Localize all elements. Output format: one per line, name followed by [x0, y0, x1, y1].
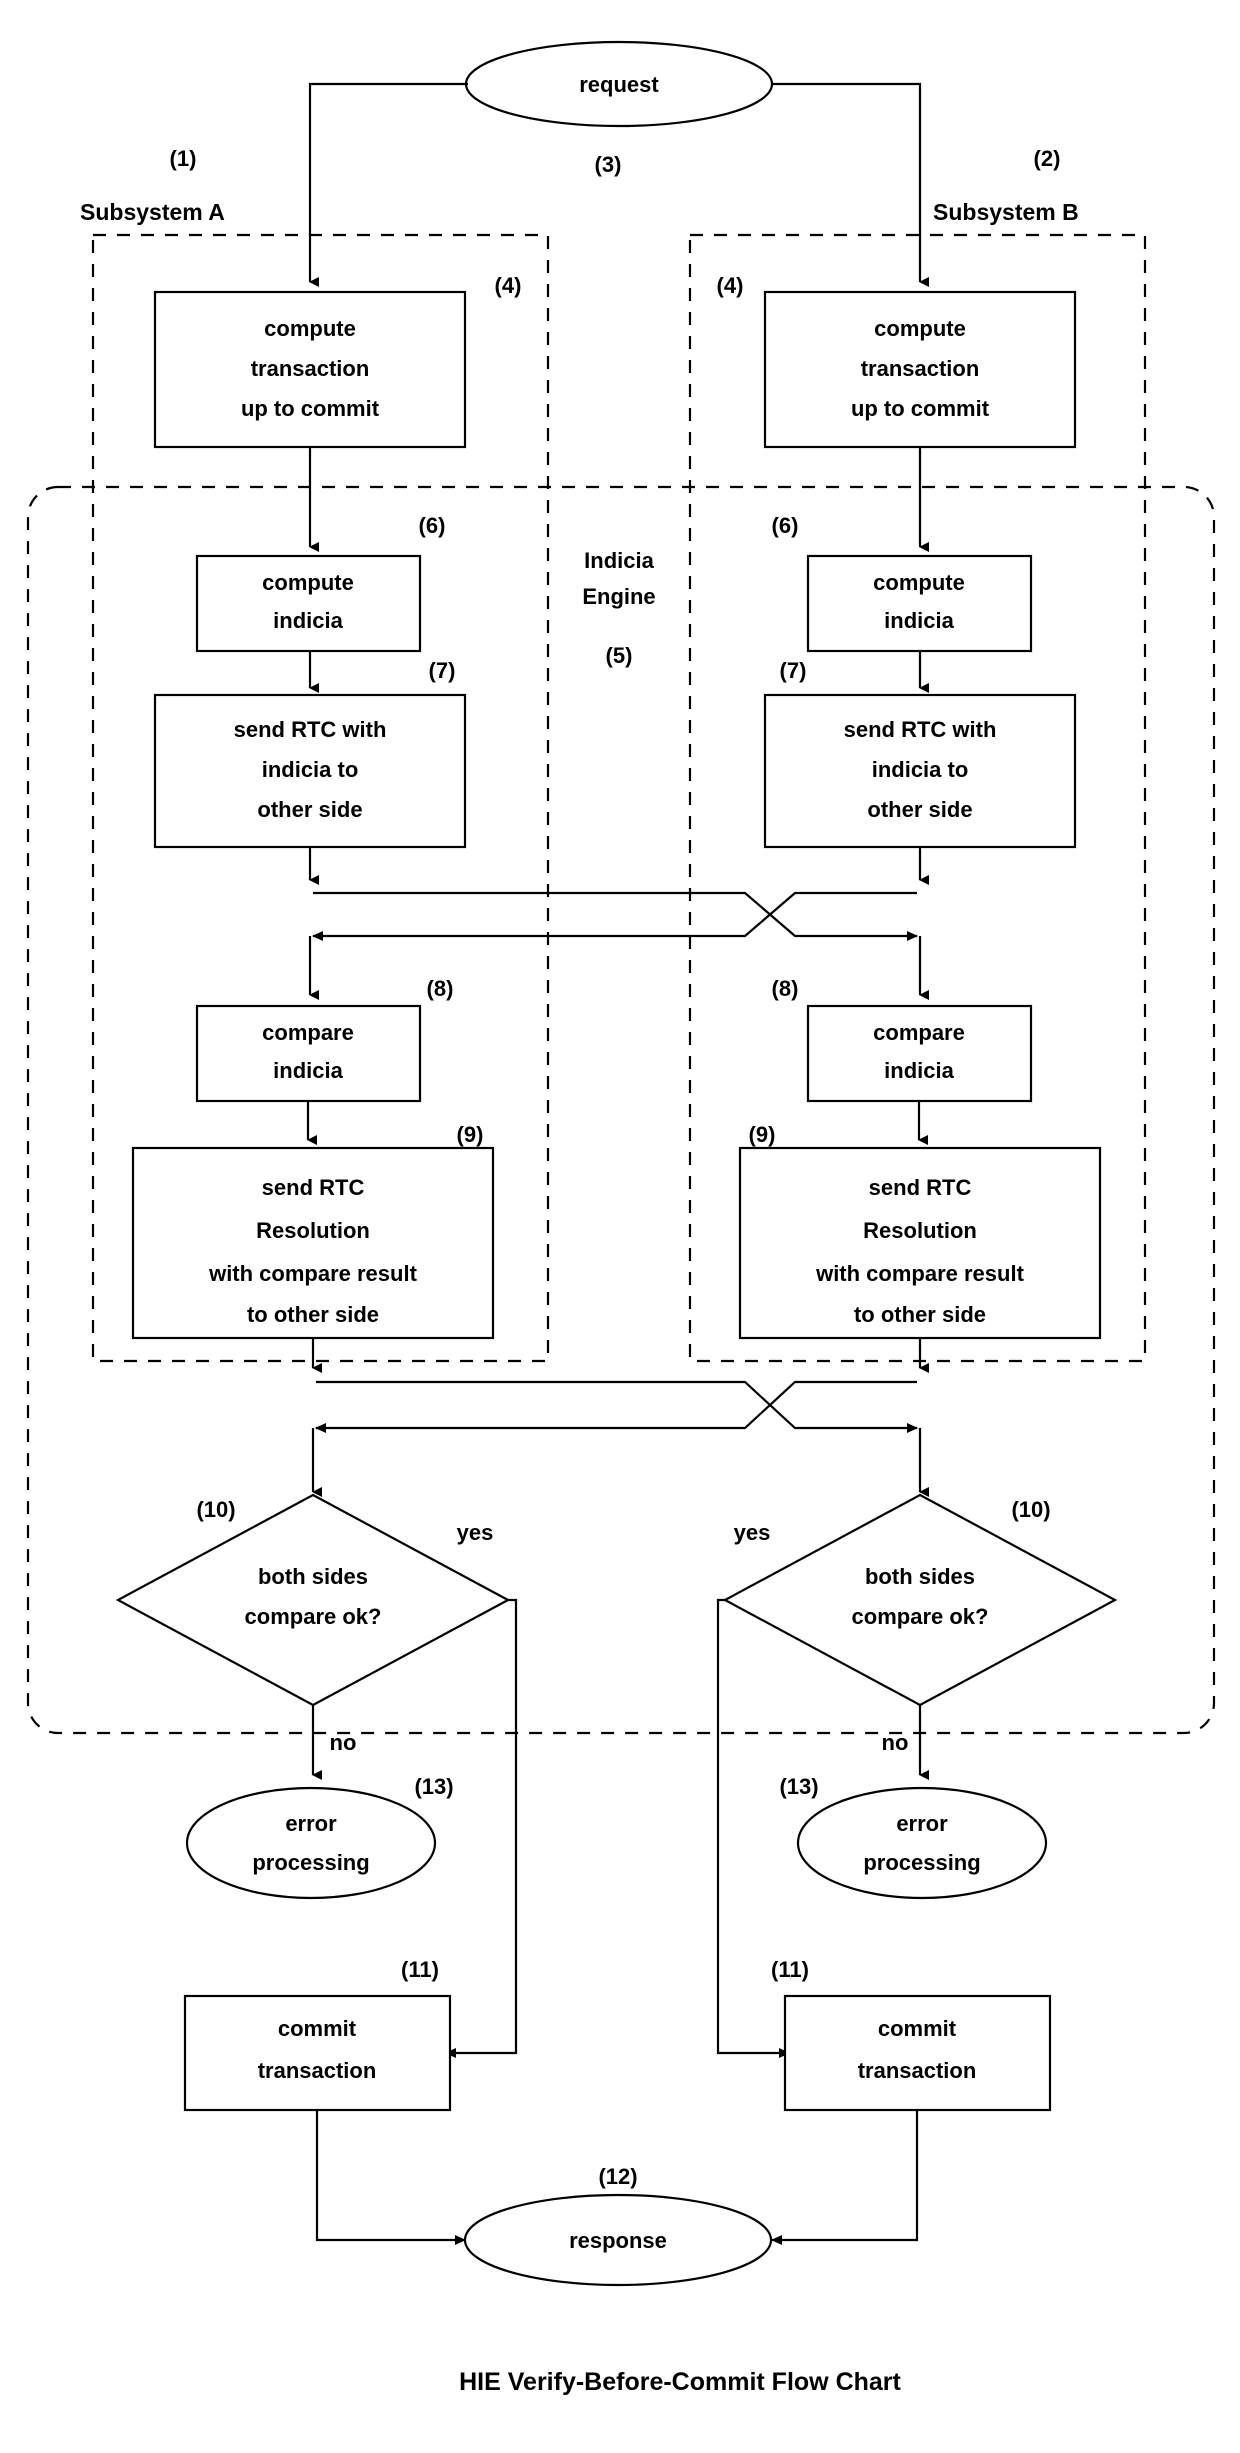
- ref-commit-b: (11): [771, 1957, 809, 1982]
- send-rtc-res-b-line3: with compare result: [815, 1261, 1025, 1286]
- ref-subsystem-b: (2): [1034, 146, 1061, 171]
- page-title: HIE Verify-Before-Commit Flow Chart: [459, 2368, 901, 2396]
- send-rtc-b-line1: send RTC with: [844, 717, 997, 742]
- ref-compute-indicia-a: (6): [419, 513, 446, 538]
- error-a-line1: error: [285, 1811, 337, 1836]
- edge-request-to-a: [308, 82, 468, 287]
- node-error-processing-b[interactable]: [796, 1786, 1048, 1900]
- send-rtc-a-line3: other side: [257, 797, 362, 822]
- send-rtc-res-a-line1: send RTC: [262, 1175, 365, 1200]
- node-decision-b[interactable]: [722, 1493, 1118, 1707]
- commit-a-line2: transaction: [258, 2058, 377, 2083]
- flowchart-canvas: (1) Subsystem A (2) Subsystem B Indicia …: [26, 40, 1216, 2396]
- compute-indicia-a-line1: compute: [262, 570, 354, 595]
- ref-send-rtc-res-a: (9): [457, 1122, 484, 1147]
- label-indicia-engine-line1: Indicia: [584, 548, 654, 573]
- label-subsystem-a: Subsystem A: [80, 199, 225, 225]
- send-rtc-res-b-line1: send RTC: [869, 1175, 972, 1200]
- decision-b-line2: compare ok?: [852, 1604, 989, 1629]
- label-indicia-engine-line2: Engine: [582, 584, 655, 609]
- ref-compute-transaction-a: (4): [495, 273, 522, 298]
- compare-indicia-a-line1: compare: [262, 1020, 354, 1045]
- commit-b-line1: commit: [878, 2016, 957, 2041]
- ref-compute-transaction-b: (4): [717, 273, 744, 298]
- compute-transaction-b-line2: transaction: [861, 356, 980, 381]
- compute-transaction-b-line1: compute: [874, 316, 966, 341]
- node-decision-a[interactable]: [115, 1493, 511, 1707]
- compute-indicia-b-line2: indicia: [884, 608, 954, 633]
- send-rtc-a-line2: indicia to: [262, 757, 359, 782]
- decision-a-line2: compare ok?: [245, 1604, 382, 1629]
- decision-a-line1: both sides: [258, 1564, 368, 1589]
- ref-send-rtc-res-b: (9): [749, 1122, 776, 1147]
- label-subsystem-b: Subsystem B: [933, 199, 1079, 225]
- edge-cross-a-to-b-1: [313, 891, 918, 941]
- ref-subsystem-a: (1): [170, 146, 197, 171]
- decision-a-yes-label: yes: [457, 1520, 494, 1545]
- send-rtc-b-line3: other side: [867, 797, 972, 822]
- compute-transaction-b-line3: up to commit: [851, 396, 990, 421]
- ref-error-b: (13): [779, 1774, 818, 1799]
- compare-indicia-b-line1: compare: [873, 1020, 965, 1045]
- send-rtc-res-b-line2: Resolution: [863, 1218, 977, 1243]
- send-rtc-res-b-line4: to other side: [854, 1302, 986, 1327]
- node-error-processing-a[interactable]: [185, 1786, 437, 1900]
- error-a-line2: processing: [252, 1850, 369, 1875]
- ref-error-a: (13): [414, 1774, 453, 1799]
- ref-compute-indicia-b: (6): [772, 513, 799, 538]
- node-commit-transaction-b[interactable]: [783, 1994, 1052, 2112]
- send-rtc-b-line2: indicia to: [872, 757, 969, 782]
- error-b-line2: processing: [863, 1850, 980, 1875]
- ref-send-rtc-a: (7): [429, 658, 456, 683]
- commit-b-line2: transaction: [858, 2058, 977, 2083]
- compute-transaction-a-line2: transaction: [251, 356, 370, 381]
- ref-send-rtc-b: (7): [780, 658, 807, 683]
- ref-decision-b: (10): [1011, 1497, 1050, 1522]
- compare-indicia-b-line2: indicia: [884, 1058, 954, 1083]
- edge-decision-b-yes: [716, 1598, 790, 2058]
- ref-request: (3): [595, 152, 622, 177]
- commit-a-line1: commit: [278, 2016, 357, 2041]
- send-rtc-res-a-line4: to other side: [247, 1302, 379, 1327]
- node-response-label: response: [569, 2228, 667, 2253]
- send-rtc-a-line1: send RTC with: [234, 717, 387, 742]
- edge-decision-a-yes: [445, 1598, 518, 2058]
- ref-compare-indicia-a: (8): [427, 976, 454, 1001]
- edge-request-to-b: [772, 82, 929, 287]
- compute-transaction-a-line1: compute: [264, 316, 356, 341]
- region-indicia-engine: [26, 485, 1216, 1735]
- error-b-line1: error: [896, 1811, 948, 1836]
- node-commit-transaction-a[interactable]: [183, 1994, 452, 2112]
- edge-commit-a-to-response: [315, 2110, 466, 2245]
- edge-cross-a-to-b-2: [316, 1380, 918, 1433]
- ref-commit-a: (11): [401, 1957, 439, 1982]
- edge-cross-b-to-a-1: [312, 891, 917, 941]
- decision-b-line1: both sides: [865, 1564, 975, 1589]
- node-request-label: request: [579, 72, 659, 97]
- ref-decision-a: (10): [196, 1497, 235, 1522]
- send-rtc-res-a-line3: with compare result: [208, 1261, 418, 1286]
- ref-indicia-engine: (5): [606, 643, 633, 668]
- decision-b-no-label: no: [882, 1730, 909, 1755]
- send-rtc-res-a-line2: Resolution: [256, 1218, 370, 1243]
- compute-indicia-b-line1: compute: [873, 570, 965, 595]
- ref-response: (12): [598, 2164, 637, 2189]
- compute-indicia-a-line2: indicia: [273, 608, 343, 633]
- edge-commit-b-to-response: [771, 2110, 919, 2245]
- decision-a-no-label: no: [330, 1730, 357, 1755]
- decision-b-yes-label: yes: [734, 1520, 771, 1545]
- compare-indicia-a-line2: indicia: [273, 1058, 343, 1083]
- edge-cross-b-to-a-2: [315, 1380, 917, 1433]
- compute-transaction-a-line3: up to commit: [241, 396, 380, 421]
- ref-compare-indicia-b: (8): [772, 976, 799, 1001]
